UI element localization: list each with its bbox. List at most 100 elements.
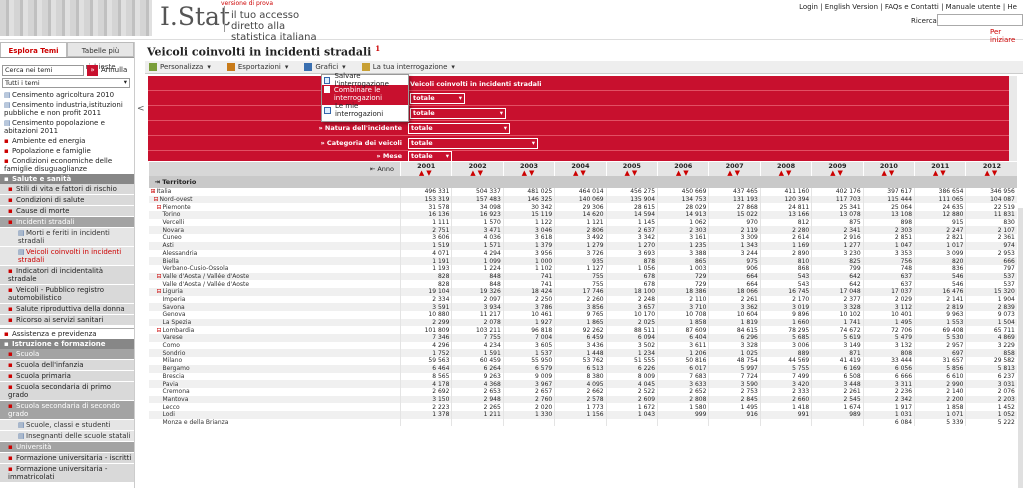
territory-cell[interactable]: ⊟Piemonte <box>148 203 401 212</box>
theme-search-button[interactable]: » <box>87 64 98 76</box>
collapse-icon[interactable]: ⊟ <box>157 327 162 334</box>
tree-item[interactable]: ▤Censimento popolazione e abitazioni 201… <box>0 118 134 136</box>
tree-item[interactable]: ▪ Condizioni di salute <box>0 195 134 206</box>
territory-cell[interactable]: Brescia <box>148 372 401 381</box>
year-column-header[interactable]: 2006 ▲▼ <box>657 162 709 177</box>
tree-item[interactable]: ▤Scuole, classi e studenti <box>0 420 134 431</box>
territory-cell[interactable]: Torino <box>148 211 401 219</box>
filter-select-vehicle-category[interactable]: totale <box>408 138 538 149</box>
tree-item[interactable]: ▤Censimento industria,istituzioni pubbli… <box>0 100 134 118</box>
collapse-icon[interactable]: ⊟ <box>157 288 162 295</box>
toolbar-export-menu[interactable]: Esportazioni ▾ <box>226 63 288 71</box>
expand-icon[interactable]: ⊞ <box>151 188 156 195</box>
toolbar-chart-menu[interactable]: Grafici ▾ <box>304 63 346 71</box>
year-column-header[interactable]: 2003 ▲▼ <box>502 162 555 177</box>
territory-cell[interactable]: Cuneo <box>148 234 401 242</box>
territory-cell[interactable]: Sondrio <box>148 349 401 358</box>
filter-select-1[interactable]: totale <box>410 93 465 104</box>
territory-cell[interactable]: ⊞Italia <box>148 188 401 196</box>
territory-cell[interactable]: Imperia <box>148 295 401 304</box>
tree-item[interactable]: ▪ Formazione universitaria - immatricolat… <box>0 464 134 483</box>
tree-item[interactable]: ▪ Salute riproduttiva della donna <box>0 304 134 315</box>
territory-cell[interactable]: Cremona <box>148 387 401 396</box>
table-scrollbar[interactable] <box>1018 208 1023 488</box>
territory-cell[interactable]: La Spezia <box>148 318 401 327</box>
tree-item[interactable]: ▤Censimento agricoltura 2010 <box>0 90 134 100</box>
territory-cell[interactable]: Verbano-Cusio-Ossola <box>148 264 401 273</box>
filter-select-accident-nature[interactable]: totale <box>408 123 510 134</box>
dropdown-item[interactable]: Salvare l'interrogazione <box>322 72 408 88</box>
territory-cell[interactable]: Bergamo <box>148 364 401 373</box>
year-column-header[interactable]: 2001 ▲▼ <box>399 162 452 177</box>
tree-item[interactable]: ▪ Istruzione e formazione <box>0 339 134 349</box>
tree-item[interactable]: ▪ Condizioni economiche delle famiglie di… <box>0 156 134 174</box>
territory-cell[interactable]: Savona <box>148 303 401 311</box>
tree-item[interactable]: ▪ Formazione universitaria - iscritti <box>0 453 134 464</box>
tree-item[interactable]: ▪ Università <box>0 442 134 453</box>
territory-cell[interactable]: Genova <box>148 311 401 319</box>
year-column-header[interactable]: 2005 ▲▼ <box>605 162 658 177</box>
territory-cell[interactable]: Asti <box>148 241 401 250</box>
theme-search-input[interactable]: Cerca nei temi <box>2 64 84 76</box>
tree-item[interactable]: ▪ Ricorso ai servizi sanitari <box>0 315 134 326</box>
tree-item[interactable]: ▪ Indicatori di incidentalità stradale <box>0 266 134 285</box>
year-column-header[interactable]: 2011 ▲▼ <box>914 162 966 177</box>
tree-item[interactable]: ▪ Scuola secondaria di secondo grado <box>0 401 134 420</box>
collapse-icon[interactable]: ⊟ <box>157 204 162 211</box>
toolbar-user-query-menu[interactable]: La tua interrogazione ▾ <box>361 63 455 71</box>
collapse-icon[interactable]: ⊟ <box>154 196 159 203</box>
territory-cell[interactable]: ⊟Liguria <box>148 287 401 296</box>
filter-select-2[interactable]: totale <box>410 108 506 119</box>
tree-item[interactable]: ▪ Scuola primaria <box>0 371 134 382</box>
territory-cell[interactable]: Mantova <box>148 395 401 404</box>
territory-cell[interactable]: Novara <box>148 226 401 235</box>
tree-item[interactable]: ▤Veicoli coinvolti in incidenti stradali <box>0 247 134 266</box>
territory-cell[interactable]: Como <box>148 341 401 350</box>
year-column-header[interactable]: 2004 ▲▼ <box>554 162 607 177</box>
tree-item[interactable]: ▪ Scuola secondaria di primo grado <box>0 382 134 401</box>
territory-cell[interactable]: ⊟Nord-ovest <box>148 195 401 204</box>
tree-item[interactable]: ▪ Incidenti stradali <box>0 217 134 228</box>
filter-scrollbar[interactable] <box>1009 76 1017 161</box>
territory-cell[interactable]: Valle d'Aosta / Vallée d'Aoste <box>148 280 401 288</box>
top-links[interactable]: Login | English Version | FAQs e Contatt… <box>799 3 1017 11</box>
collapse-icon[interactable]: ⊟ <box>157 273 162 280</box>
tree-item[interactable]: ▪ Salute e sanità <box>0 174 134 184</box>
territory-cell[interactable]: Pavia <box>148 380 401 388</box>
tree-item[interactable]: ▪ Ambiente ed energia <box>0 136 134 146</box>
year-column-header[interactable]: 2007 ▲▼ <box>708 162 761 177</box>
tree-item[interactable]: ▪ Cause di morte <box>0 206 134 217</box>
territory-cell[interactable]: Vercelli <box>148 218 401 227</box>
reset-link[interactable]: Annulla <box>101 66 127 74</box>
tree-item[interactable]: ▪ Veicoli - Pubblico registro automobilis… <box>0 285 134 304</box>
year-column-header[interactable]: 2009 ▲▼ <box>811 162 864 177</box>
filter-select-month[interactable]: totale <box>408 151 452 162</box>
territory-cell[interactable]: Monza e della Brianza <box>148 418 401 427</box>
tree-item[interactable]: ▪ Stili di vita e fattori di rischio <box>0 184 134 195</box>
territory-header[interactable]: ⇥ Territorio <box>148 176 1017 188</box>
territory-cell[interactable]: ⊟Valle d'Aosta / Vallée d'Aoste <box>148 272 401 281</box>
territory-cell[interactable]: Lodi <box>148 410 401 419</box>
tree-item[interactable]: ▪ Assistenza e previdenza <box>0 328 134 339</box>
dropdown-item[interactable]: Le mie interrogazioni <box>322 102 408 118</box>
theme-filter-select[interactable]: Tutti i temi <box>2 78 130 88</box>
year-column-header[interactable]: 2012 ▲▼ <box>965 162 1017 177</box>
territory-cell[interactable]: ⊟Lombardia <box>148 326 401 335</box>
search-input[interactable] <box>937 14 1023 26</box>
collapse-sidebar-icon[interactable]: < <box>137 104 145 114</box>
logo[interactable]: I.Stat <box>160 2 230 31</box>
year-column-header[interactable]: 2010 ▲▼ <box>862 162 915 177</box>
tree-item[interactable]: ▪ Scuola <box>0 349 134 360</box>
year-column-header[interactable]: 2008 ▲▼ <box>759 162 812 177</box>
territory-cell[interactable]: Biella <box>148 257 401 265</box>
tab-explore-themes[interactable]: Esplora Temi <box>0 42 67 57</box>
tree-item[interactable]: ▪ Popolazione e famiglie <box>0 146 134 156</box>
title-note[interactable]: 1 <box>375 44 380 53</box>
tab-popular-tables[interactable]: Tabelle più richieste <box>67 42 134 71</box>
territory-cell[interactable]: Varese <box>148 334 401 342</box>
tree-item[interactable]: ▪ Scuola dell'infanzia <box>0 360 134 371</box>
toolbar-customize-menu[interactable]: Personalizza ▾ <box>149 63 211 71</box>
year-column-header[interactable]: 2002 ▲▼ <box>451 162 504 177</box>
tree-item[interactable]: ▤Morti e feriti in incidenti stradali <box>0 228 134 247</box>
territory-cell[interactable]: Milano <box>148 357 401 365</box>
